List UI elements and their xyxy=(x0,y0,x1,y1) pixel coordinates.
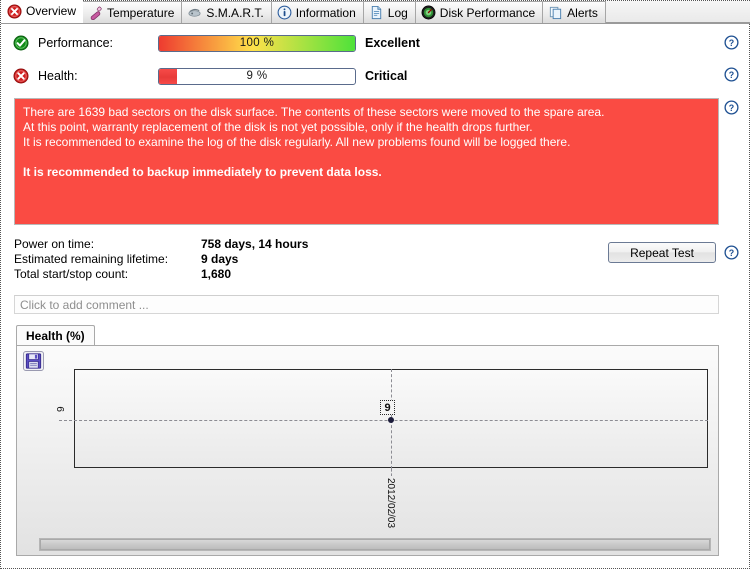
stat-value-power-on-time: 758 days, 14 hours xyxy=(201,237,309,251)
svg-text:?: ? xyxy=(729,70,734,80)
help-icon-warning[interactable]: ? xyxy=(724,100,739,115)
chart-tab-health[interactable]: Health (%) xyxy=(16,325,95,346)
health-meter-value: 9 % xyxy=(246,70,268,82)
health-chart-panel: 9 9 2012/02/03 xyxy=(16,345,719,556)
repeat-test-button[interactable]: Repeat Test xyxy=(608,242,716,263)
main-tabbar: Overview Temperature S.M.A.R.T. Informat… xyxy=(1,0,750,24)
stat-value-start-stop-count: 1,680 xyxy=(201,267,232,281)
performance-row: Performance: 100 % Excellent xyxy=(13,32,420,54)
stat-key-power-on-time: Power on time: xyxy=(14,237,95,251)
svg-text:?: ? xyxy=(729,103,734,113)
chart-horizontal-scrollbar[interactable] xyxy=(39,538,711,551)
stats-block: Power on time: 758 days, 14 hours Estima… xyxy=(14,237,308,282)
help-icon-health[interactable]: ? xyxy=(724,67,739,82)
error-circle-icon xyxy=(7,3,22,19)
performance-label: Performance: xyxy=(38,36,114,50)
red-x-icon xyxy=(13,68,29,84)
stat-value-remaining-lifetime: 9 days xyxy=(201,252,239,266)
chart-point-value-label: 9 xyxy=(380,400,395,415)
performance-meter-value: 100 % xyxy=(239,37,275,49)
tab-smart-label: S.M.A.R.T. xyxy=(206,5,264,20)
stat-key-start-stop-count: Total start/stop count: xyxy=(14,267,129,281)
tab-temperature[interactable]: Temperature xyxy=(82,1,183,23)
gauge-icon xyxy=(421,5,436,20)
tabbar-filler xyxy=(604,0,750,23)
health-label: Health: xyxy=(38,69,78,83)
tab-log[interactable]: Log xyxy=(362,1,416,23)
thermometer-icon xyxy=(88,5,103,21)
chart-tabbar: Health (%) xyxy=(16,325,719,346)
performance-meter: 100 % xyxy=(158,34,356,52)
svg-text:?: ? xyxy=(729,38,734,48)
tab-log-label: Log xyxy=(387,5,408,20)
chart-gridline-horizontal xyxy=(59,420,708,421)
smart-chip-icon xyxy=(187,5,202,20)
copy-pages-icon xyxy=(548,5,563,20)
tab-disk-performance[interactable]: Disk Performance xyxy=(414,1,544,23)
stats-row: Power on time: 758 days, 14 hours xyxy=(14,237,308,252)
chart-ytick-label: 9 xyxy=(56,406,67,412)
health-meter: 9 % xyxy=(158,67,356,85)
save-floppy-icon[interactable] xyxy=(23,351,44,371)
performance-verdict: Excellent xyxy=(365,36,420,50)
tab-overview[interactable]: Overview xyxy=(1,0,84,23)
chart-tab-health-label: Health (%) xyxy=(26,329,85,343)
stat-key-remaining-lifetime: Estimated remaining lifetime: xyxy=(14,252,169,266)
health-row: Health: 9 % Critical xyxy=(13,65,407,87)
warning-line-2: At this point, warranty replacement of t… xyxy=(23,120,533,134)
health-verdict: Critical xyxy=(365,69,408,83)
stats-row: Total start/stop count: 1,680 xyxy=(14,267,308,282)
stats-row: Estimated remaining lifetime: 9 days xyxy=(14,252,308,267)
tab-overview-label: Overview xyxy=(26,4,77,18)
info-circle-icon xyxy=(277,5,292,20)
tab-information-label: Information xyxy=(295,5,356,20)
warning-emphasis: It is recommended to backup immediately … xyxy=(23,165,382,179)
tab-information[interactable]: Information xyxy=(270,1,364,23)
chart-gridline-vertical-extension xyxy=(391,469,392,476)
warning-panel: There are 1639 bad sectors on the disk s… xyxy=(14,98,719,225)
tab-disk-performance-label: Disk Performance xyxy=(439,5,536,20)
tab-alerts[interactable]: Alerts xyxy=(542,1,606,23)
tab-alerts-label: Alerts xyxy=(567,5,598,20)
svg-text:?: ? xyxy=(729,248,734,258)
comment-input[interactable] xyxy=(14,295,719,314)
hard-disk-sentinel-window: Overview Temperature S.M.A.R.T. Informat… xyxy=(0,0,750,569)
chart-xtick-label: 2012/02/03 xyxy=(385,478,396,529)
chart-scrollbar-thumb[interactable] xyxy=(40,539,710,550)
warning-line-3: It is recommended to examine the log of … xyxy=(23,135,571,149)
chart-data-point xyxy=(388,417,394,423)
document-icon xyxy=(369,5,384,20)
warning-line-1: There are 1639 bad sectors on the disk s… xyxy=(23,105,605,119)
help-icon-performance[interactable]: ? xyxy=(724,35,739,50)
help-icon-repeat-test[interactable]: ? xyxy=(724,245,739,260)
tab-temperature-label: Temperature xyxy=(107,5,175,20)
green-check-icon xyxy=(13,35,29,51)
repeat-test-button-label: Repeat Test xyxy=(630,245,694,260)
tab-smart[interactable]: S.M.A.R.T. xyxy=(181,1,272,23)
